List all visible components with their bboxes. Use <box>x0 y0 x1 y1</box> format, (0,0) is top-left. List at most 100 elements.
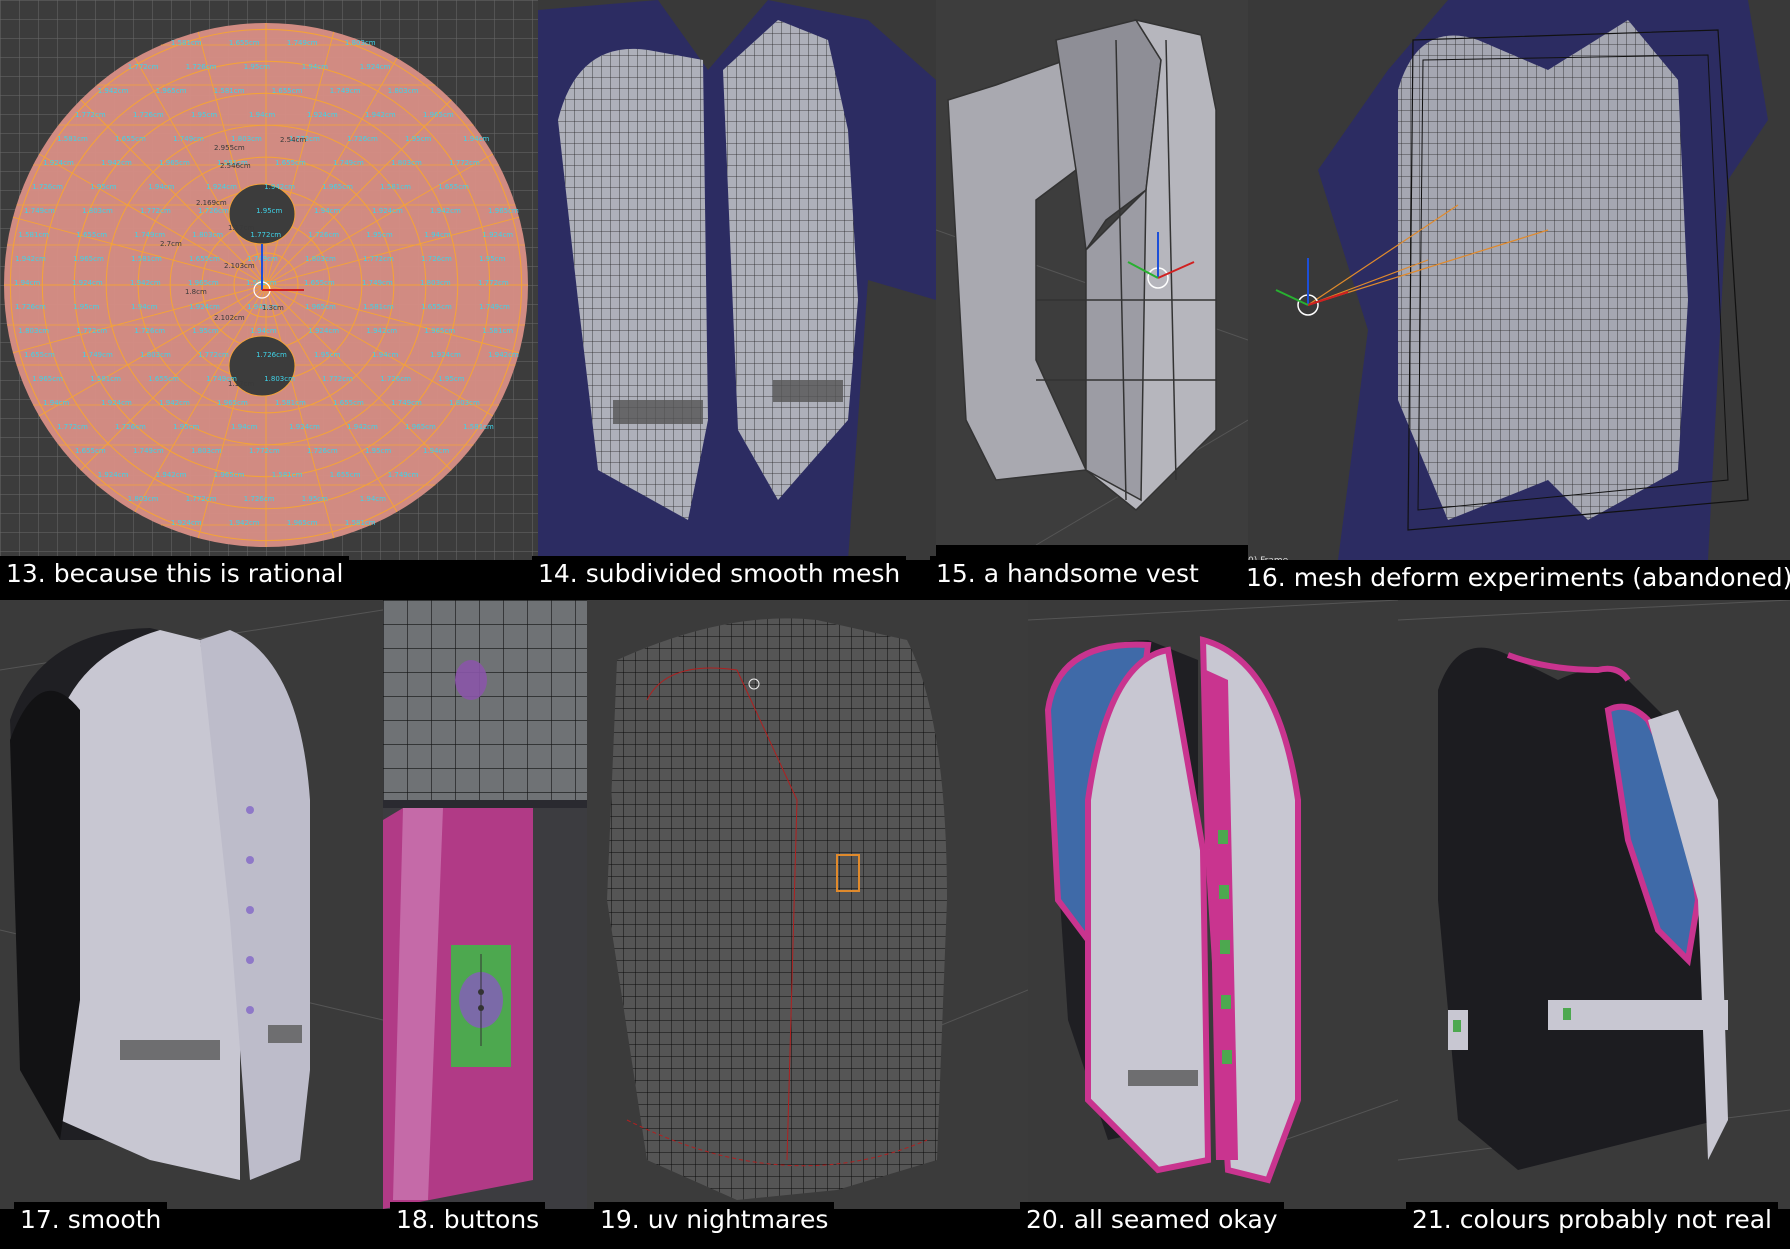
uv-measure-label: 1.803cm <box>420 279 451 287</box>
uv-measure-label: 1.772cm <box>322 375 353 383</box>
caption-17: 17. smooth <box>14 1202 168 1238</box>
uv-measure-label: 1.924cm <box>98 471 129 479</box>
uv-measure-label: 1.965cm <box>188 279 219 287</box>
uv-measure-label: 1.95cm <box>366 231 392 239</box>
uv-measure-label: 1.749cm <box>362 279 393 287</box>
uv-measure-label: 1.924cm <box>308 327 339 335</box>
uv-measure-label: 1.94cm <box>43 399 69 407</box>
uv-measure-label: 1.965cm <box>488 207 519 215</box>
uv-measure-label: 1.942cm <box>101 159 132 167</box>
uv-measure-label: 1.95cm <box>256 207 282 215</box>
uv-measure-label: 1.94cm <box>131 303 157 311</box>
viewport-seamed-vest[interactable] <box>1028 600 1398 1209</box>
uv-measure-label: 1.749cm <box>133 447 164 455</box>
uv-measure-label: 1.95cm <box>314 351 340 359</box>
viewport-uv-pattern[interactable]: 1.581cm 1.655cm 1.749cm 1.803cm 1.772cm 1.726… <box>0 0 538 560</box>
uv-measure-label: 1.965cm <box>322 183 353 191</box>
uv-measure-label: 1.924cm <box>372 207 403 215</box>
subdivided-vest-render <box>538 0 936 560</box>
uv-measure-label: 1.924cm <box>206 183 237 191</box>
buttons-closeup-render <box>383 600 587 1209</box>
uv-measure-label: 1.942cm <box>159 399 190 407</box>
viewport-uv-wireframe[interactable] <box>587 600 1028 1209</box>
uv-measure-label: 1.803cm <box>264 375 295 383</box>
uv-inner-label: 2.955cm <box>214 144 245 152</box>
uv-measure-label: 1.942cm <box>156 471 187 479</box>
uv-measure-label: 1.965cm <box>32 375 63 383</box>
uv-measure-label: 1.924cm <box>171 519 202 527</box>
uv-measure-label: 1.803cm <box>140 351 171 359</box>
uv-measure-label: 1.655cm <box>24 351 55 359</box>
viewport-colour-test[interactable] <box>1398 600 1790 1209</box>
uv-measure-label: 1.581cm <box>214 87 245 95</box>
uv-pattern-view: 1.581cm 1.655cm 1.749cm 1.803cm 1.772cm 1.726… <box>0 0 538 560</box>
uv-measure-label: 1.726cm <box>256 351 287 359</box>
uv-measure-label: 1.965cm <box>287 519 318 527</box>
uv-measure-label: 1.803cm <box>82 207 113 215</box>
uv-measure-label: 1.924cm <box>482 231 513 239</box>
uv-measure-label: 1.581cm <box>131 255 162 263</box>
uv-measure-label: 1.965cm <box>217 399 248 407</box>
uv-measure-label: 1.581cm <box>57 135 88 143</box>
uv-measure-label: 1.94cm <box>423 447 449 455</box>
uv-measure-label: 1.803cm <box>191 447 222 455</box>
uv-measure-label: 1.95cm <box>191 111 217 119</box>
uv-measure-label: 1.581cm <box>380 183 411 191</box>
uv-measure-label: 1.94cm <box>314 207 340 215</box>
uv-inner-label: 2.169cm <box>196 199 227 207</box>
uv-measure-label: 1.95cm <box>173 423 199 431</box>
uv-measure-label: 1.655cm <box>148 375 179 383</box>
uv-measure-label: 1.924cm <box>360 63 391 71</box>
uv-measure-label: 1.95cm <box>90 183 116 191</box>
caption-16: 16. mesh deform experiments (abandoned) <box>1240 560 1790 596</box>
uv-inner-label: 1.17cm <box>228 380 254 388</box>
uv-measure-label: 1.94cm <box>424 231 450 239</box>
uv-measure-label: 1.726cm <box>244 495 275 503</box>
uv-measure-label: 1.924cm <box>189 303 220 311</box>
uv-measure-label: 1.803cm <box>192 231 223 239</box>
uv-measure-label: 1.95cm <box>365 447 391 455</box>
uv-measure-label: 1.803cm <box>18 327 49 335</box>
viewport-buttons[interactable] <box>383 600 587 1209</box>
uv-measure-label: 1.749cm <box>333 159 364 167</box>
viewport-subdivided-mesh[interactable] <box>538 0 936 560</box>
uv-measure-label: 1.726cm <box>32 183 63 191</box>
viewport-mesh-deform[interactable] <box>1248 0 1790 560</box>
uv-measure-label: 1.749cm <box>134 231 165 239</box>
viewport-low-poly-vest[interactable] <box>936 0 1248 545</box>
uv-measure-label: 1.772cm <box>198 351 229 359</box>
uv-inner-label: 1.8cm <box>185 288 207 296</box>
uv-measure-label: 1.95cm <box>302 495 328 503</box>
uv-inner-label: 2.102cm <box>214 314 245 322</box>
uv-measure-label: 1.94cm <box>231 423 257 431</box>
uv-measure-label: 1.803cm <box>231 135 262 143</box>
uv-measure-label: 1.942cm <box>365 111 396 119</box>
uv-measure-label: 1.94cm <box>14 279 40 287</box>
uv-measure-label: 1.772cm <box>449 159 480 167</box>
uv-measure-label: 1.581cm <box>463 423 494 431</box>
uv-measure-label: 1.924cm <box>430 351 461 359</box>
coloured-vest-back-render <box>1398 600 1790 1170</box>
uv-measure-label: 1.655cm <box>421 303 452 311</box>
uv-measure-label: 1.803cm <box>388 87 419 95</box>
uv-measure-label: 1.95cm <box>244 63 270 71</box>
uv-measure-label: 1.924cm <box>289 423 320 431</box>
uv-measure-label: 1.655cm <box>75 447 106 455</box>
caption-20: 20. all seamed okay <box>1020 1202 1284 1238</box>
uv-measure-label: 1.581cm <box>272 471 303 479</box>
uv-measure-label: 1.942cm <box>366 327 397 335</box>
viewport-smooth-vest[interactable] <box>0 600 383 1209</box>
uv-measure-label: 1.726cm <box>186 63 217 71</box>
caption-21: 21. colours probably not real <box>1406 1202 1778 1238</box>
uv-measure-label: 1.655cm <box>304 279 335 287</box>
uv-measure-label: 1.772cm <box>186 495 217 503</box>
uv-measure-label: 1.749cm <box>388 471 419 479</box>
uv-measure-label: 1.655cm <box>330 471 361 479</box>
uv-measure-label: 1.924cm <box>43 159 74 167</box>
caption-15: 15. a handsome vest <box>930 556 1205 592</box>
wireframe-vest-render <box>607 618 1028 1200</box>
uv-inner-label: 2.7cm <box>160 240 182 248</box>
uv-measure-label: 1.772cm <box>363 255 394 263</box>
uv-measure-label: 1.95cm <box>438 375 464 383</box>
uv-measure-label: 1.942cm <box>15 255 46 263</box>
